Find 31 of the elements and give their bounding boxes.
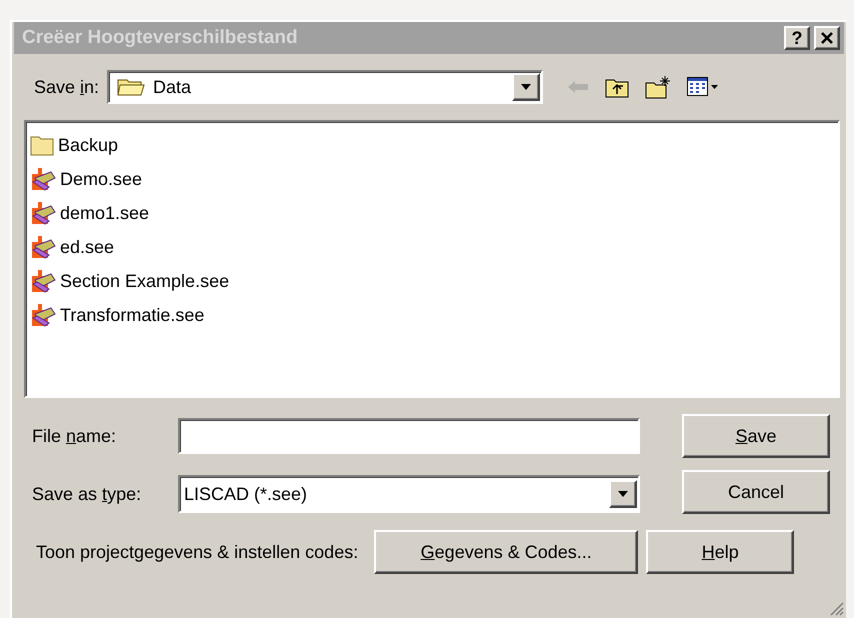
file-type-icon	[30, 166, 56, 192]
folder-icon	[30, 134, 54, 156]
close-button[interactable]	[814, 26, 840, 50]
file-type-value: LISCAD (*.see)	[184, 482, 308, 506]
folder-name: Data	[153, 76, 192, 98]
file-name-field[interactable]	[178, 418, 640, 454]
file-type-icon	[30, 302, 56, 328]
help-button[interactable]: ?	[784, 26, 810, 50]
file-type-dropdown[interactable]: LISCAD (*.see)	[178, 475, 640, 513]
cancel-button[interactable]: Cancel	[682, 470, 830, 514]
save-in-label: Save in:	[34, 76, 100, 98]
file-type-icon	[30, 268, 56, 294]
file-item[interactable]: Transformatie.see	[60, 302, 204, 328]
file-item[interactable]: ed.see	[60, 234, 114, 260]
file-type-icon	[30, 234, 56, 260]
file-item[interactable]: Demo.see	[60, 166, 142, 192]
close-icon	[820, 32, 834, 44]
file-item[interactable]: demo1.see	[60, 200, 150, 226]
folder-icon	[117, 77, 146, 97]
file-item[interactable]: Section Example.see	[60, 268, 230, 294]
folder-dropdown[interactable]: Data	[107, 70, 544, 104]
save-button[interactable]: Save	[682, 414, 830, 458]
file-name-label: File name:	[32, 424, 118, 448]
window-title: Creëer Hoogteverschilbestand	[22, 26, 299, 50]
file-item[interactable]: Backup	[58, 132, 118, 158]
save-as-type-label: Save as type:	[32, 482, 142, 506]
codes-label: Toon projectgegevens & instellen codes:	[36, 540, 358, 564]
file-type-icon	[30, 200, 56, 226]
help-button[interactable]: Help	[646, 530, 794, 574]
codes-button[interactable]: Gegevens & Codes...	[374, 530, 638, 574]
resize-grip-icon[interactable]	[828, 600, 844, 616]
